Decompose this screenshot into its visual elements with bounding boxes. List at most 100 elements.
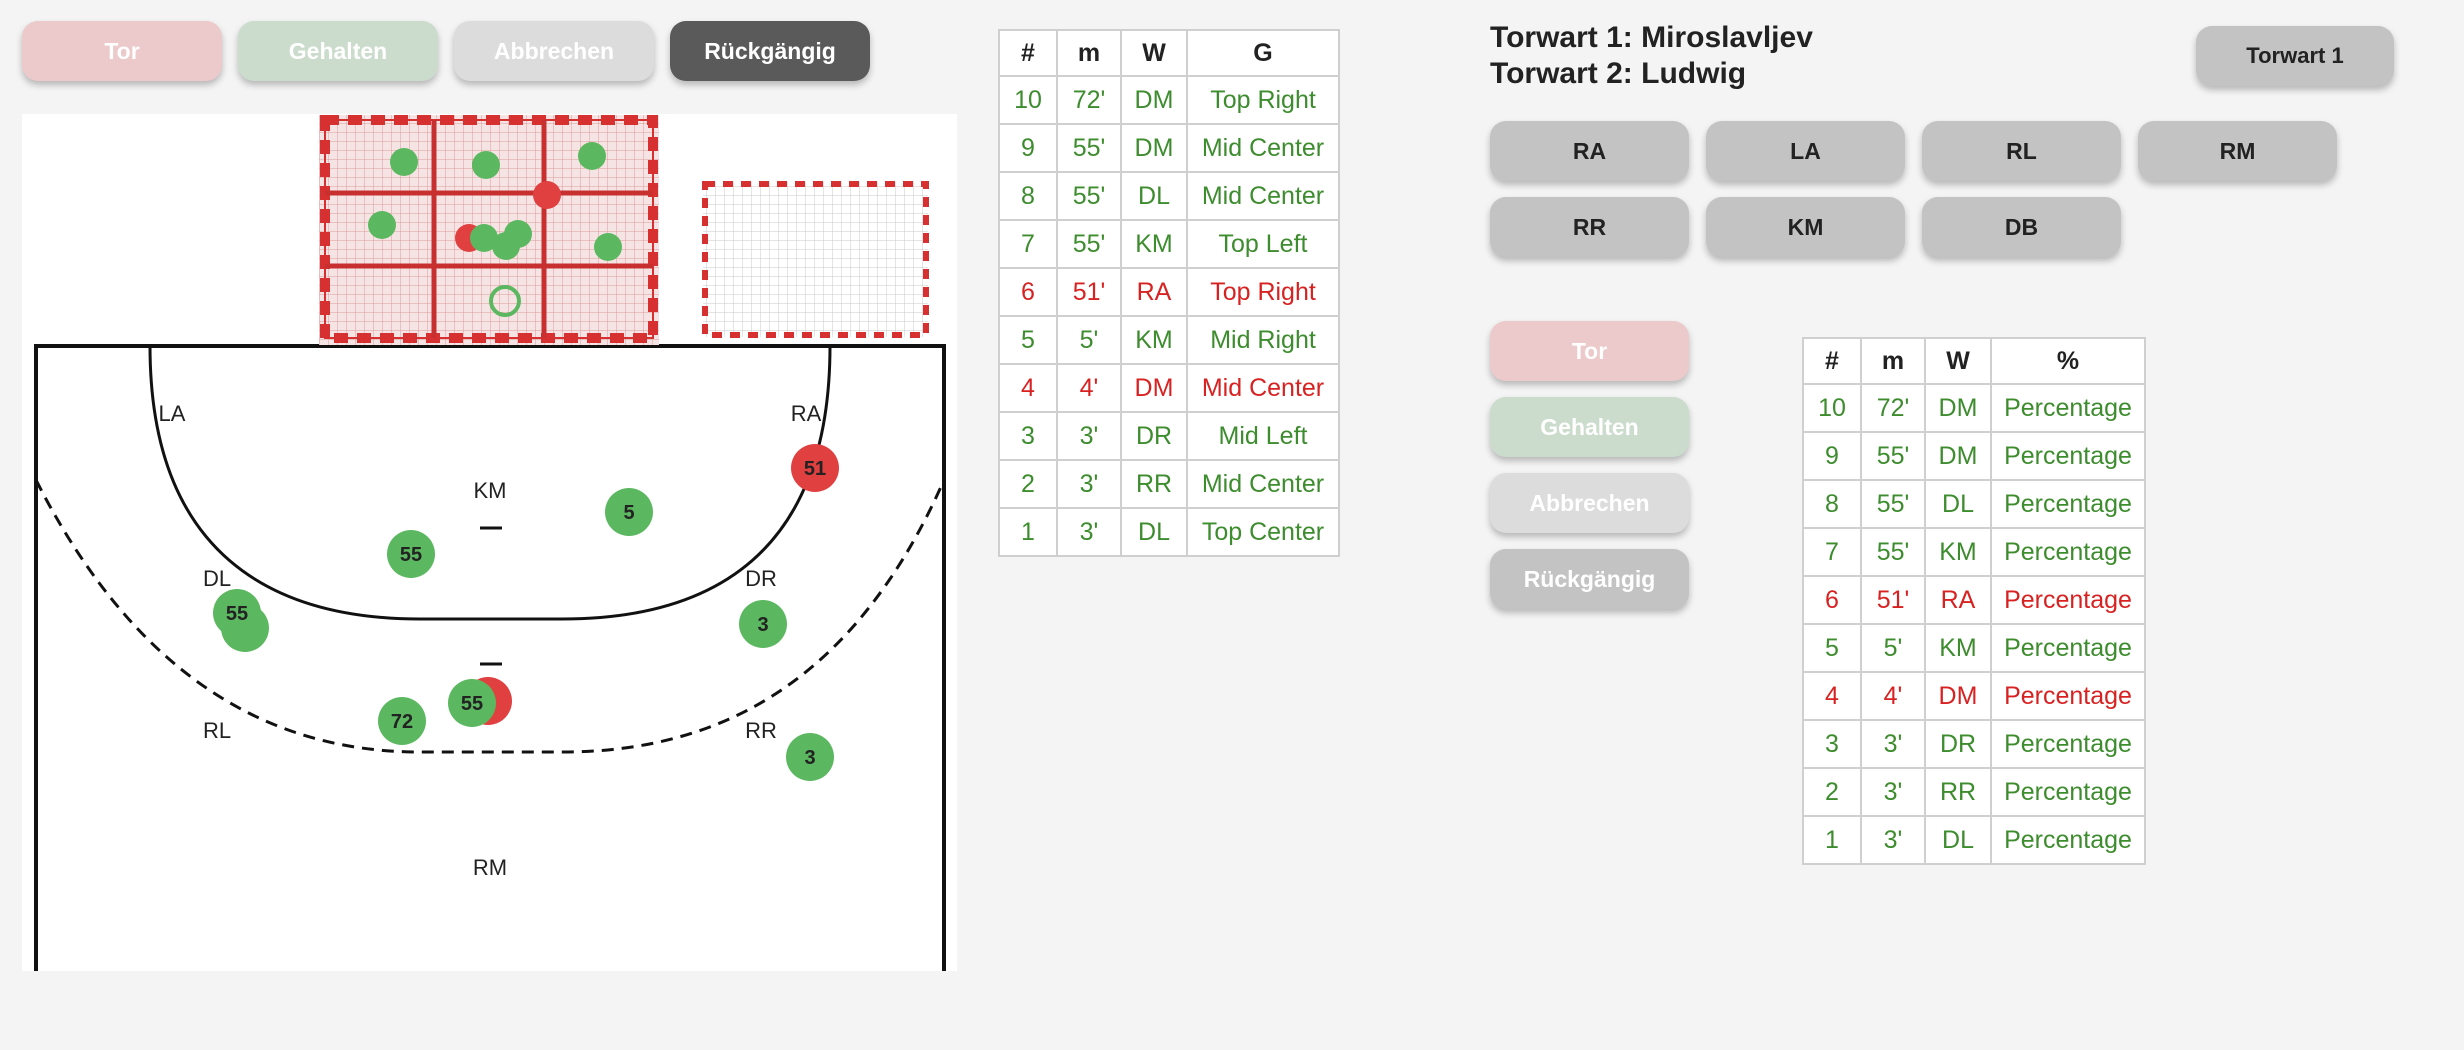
court-shot-marker[interactable]: 55 bbox=[213, 589, 269, 652]
gehalten-button-secondary[interactable]: Gehalten bbox=[1490, 397, 1689, 457]
table-cell: 51' bbox=[1056, 267, 1122, 317]
court-label-la: LA bbox=[159, 401, 186, 426]
court-shot-marker[interactable]: 3 bbox=[786, 733, 834, 781]
table-cell: 3 bbox=[998, 411, 1058, 461]
rueckgaengig-button[interactable]: Rückgängig bbox=[670, 21, 870, 81]
table-cell: 55' bbox=[1056, 219, 1122, 269]
abbrechen-button-secondary[interactable]: Abbrechen bbox=[1490, 473, 1689, 533]
svg-text:3: 3 bbox=[757, 614, 768, 636]
position-button-rr[interactable]: RR bbox=[1490, 197, 1689, 257]
position-button-km[interactable]: KM bbox=[1706, 197, 1905, 257]
gehalten-button[interactable]: Gehalten bbox=[238, 21, 438, 81]
table-cell: DM bbox=[1120, 123, 1188, 173]
table-row[interactable]: 1 3' DL Top Center bbox=[998, 507, 1340, 557]
table-cell: 5' bbox=[1056, 315, 1122, 365]
table-row[interactable]: 4 4' DM Percentage bbox=[1802, 671, 2146, 721]
table-row[interactable]: 9 55' DM Percentage bbox=[1802, 431, 2146, 481]
table-cell: KM bbox=[1924, 623, 1992, 673]
table-cell: 4' bbox=[1860, 671, 1926, 721]
court-shot-marker[interactable]: 55 bbox=[387, 530, 435, 578]
tor-button[interactable]: Tor bbox=[22, 21, 222, 81]
table-cell: 1 bbox=[998, 507, 1058, 557]
table-row[interactable]: 6 51' RA Top Right bbox=[998, 267, 1340, 317]
table-cell: RR bbox=[1924, 767, 1992, 817]
table-cell: Percentage bbox=[1990, 479, 2146, 529]
tor-button-secondary[interactable]: Tor bbox=[1490, 321, 1689, 381]
table-cell: DM bbox=[1924, 431, 1992, 481]
col-header: m bbox=[1860, 337, 1926, 385]
table-row[interactable]: 2 3' RR Mid Center bbox=[998, 459, 1340, 509]
goal-target-main[interactable] bbox=[319, 115, 659, 345]
table-cell: 7 bbox=[998, 219, 1058, 269]
table-row[interactable]: 2 3' RR Percentage bbox=[1802, 767, 2146, 817]
court-panel[interactable]: LA RA KM DL DR RL RR RM 51 5 55 55 3 72 … bbox=[22, 114, 957, 971]
table-row[interactable]: 3 3' DR Mid Left bbox=[998, 411, 1340, 461]
table-cell: 3' bbox=[1860, 719, 1926, 769]
table-cell: 5' bbox=[1860, 623, 1926, 673]
col-header: W bbox=[1120, 29, 1188, 77]
table-row[interactable]: 7 55' KM Percentage bbox=[1802, 527, 2146, 577]
abbrechen-button[interactable]: Abbrechen bbox=[454, 21, 654, 81]
table-cell: Mid Left bbox=[1186, 411, 1340, 461]
col-header: G bbox=[1186, 29, 1340, 77]
goal-shot-dot bbox=[390, 148, 418, 176]
table-row[interactable]: 3 3' DR Percentage bbox=[1802, 719, 2146, 769]
table-cell: Mid Center bbox=[1186, 363, 1340, 413]
svg-text:3: 3 bbox=[804, 747, 815, 769]
col-header: m bbox=[1056, 29, 1122, 77]
col-header: % bbox=[1990, 337, 2146, 385]
table-row[interactable]: 5 5' KM Percentage bbox=[1802, 623, 2146, 673]
table-cell: 4 bbox=[998, 363, 1058, 413]
table-row[interactable]: 8 55' DL Mid Center bbox=[998, 171, 1340, 221]
court-label-dr: DR bbox=[745, 566, 777, 591]
table-cell: Percentage bbox=[1990, 383, 2146, 433]
table-row[interactable]: 10 72' DM Top Right bbox=[998, 75, 1340, 125]
table-cell: Top Right bbox=[1186, 267, 1340, 317]
table-cell: Top Left bbox=[1186, 219, 1340, 269]
table-cell: RR bbox=[1120, 459, 1188, 509]
table-cell: DM bbox=[1120, 75, 1188, 125]
court-label-dl: DL bbox=[203, 566, 231, 591]
table-cell: 6 bbox=[998, 267, 1058, 317]
table-cell: Percentage bbox=[1990, 623, 2146, 673]
position-button-rm[interactable]: RM bbox=[2138, 121, 2337, 181]
table-cell: Mid Center bbox=[1186, 171, 1340, 221]
court-shot-marker[interactable]: 55 bbox=[448, 677, 512, 727]
court-shot-marker[interactable]: 3 bbox=[739, 600, 787, 648]
table-cell: 55' bbox=[1056, 171, 1122, 221]
position-button-ra[interactable]: RA bbox=[1490, 121, 1689, 181]
table-row[interactable]: 6 51' RA Percentage bbox=[1802, 575, 2146, 625]
table-cell: Percentage bbox=[1990, 719, 2146, 769]
court-label-rm: RM bbox=[473, 855, 507, 880]
court-shot-marker[interactable]: 72 bbox=[378, 697, 426, 745]
table-cell: Percentage bbox=[1990, 671, 2146, 721]
table-row[interactable]: 1 3' DL Percentage bbox=[1802, 815, 2146, 865]
position-button-la[interactable]: LA bbox=[1706, 121, 1905, 181]
table-cell: 10 bbox=[998, 75, 1058, 125]
court-shot-marker[interactable]: 51 bbox=[791, 444, 839, 492]
table-cell: 6 bbox=[1802, 575, 1862, 625]
table-cell: Percentage bbox=[1990, 815, 2146, 865]
table-row[interactable]: 5 5' KM Mid Right bbox=[998, 315, 1340, 365]
table-row[interactable]: 7 55' KM Top Left bbox=[998, 219, 1340, 269]
goalkeeper-2-label: Torwart 2: Ludwig bbox=[1490, 57, 1747, 90]
goal-target-secondary[interactable] bbox=[702, 181, 929, 338]
court-shot-marker[interactable]: 5 bbox=[605, 488, 653, 536]
table-cell: DM bbox=[1120, 363, 1188, 413]
court-label-rl: RL bbox=[203, 718, 231, 743]
position-button-rl[interactable]: RL bbox=[1922, 121, 2121, 181]
table-cell: DL bbox=[1120, 507, 1188, 557]
rueckgaengig-button-secondary[interactable]: Rückgängig bbox=[1490, 549, 1689, 609]
court-svg[interactable]: LA RA KM DL DR RL RR RM 51 5 55 55 3 72 … bbox=[22, 114, 957, 971]
position-button-db[interactable]: DB bbox=[1922, 197, 2121, 257]
table-cell: 9 bbox=[998, 123, 1058, 173]
goalkeeper-1-label: Torwart 1: Miroslavljev bbox=[1490, 21, 1813, 54]
table-row[interactable]: 10 72' DM Percentage bbox=[1802, 383, 2146, 433]
table-cell: RA bbox=[1924, 575, 1992, 625]
table-row[interactable]: 9 55' DM Mid Center bbox=[998, 123, 1340, 173]
goalkeeper-toggle-button[interactable]: Torwart 1 bbox=[2196, 26, 2394, 86]
table-cell: DR bbox=[1924, 719, 1992, 769]
table-row[interactable]: 4 4' DM Mid Center bbox=[998, 363, 1340, 413]
table-row[interactable]: 8 55' DL Percentage bbox=[1802, 479, 2146, 529]
table-cell: 4 bbox=[1802, 671, 1862, 721]
